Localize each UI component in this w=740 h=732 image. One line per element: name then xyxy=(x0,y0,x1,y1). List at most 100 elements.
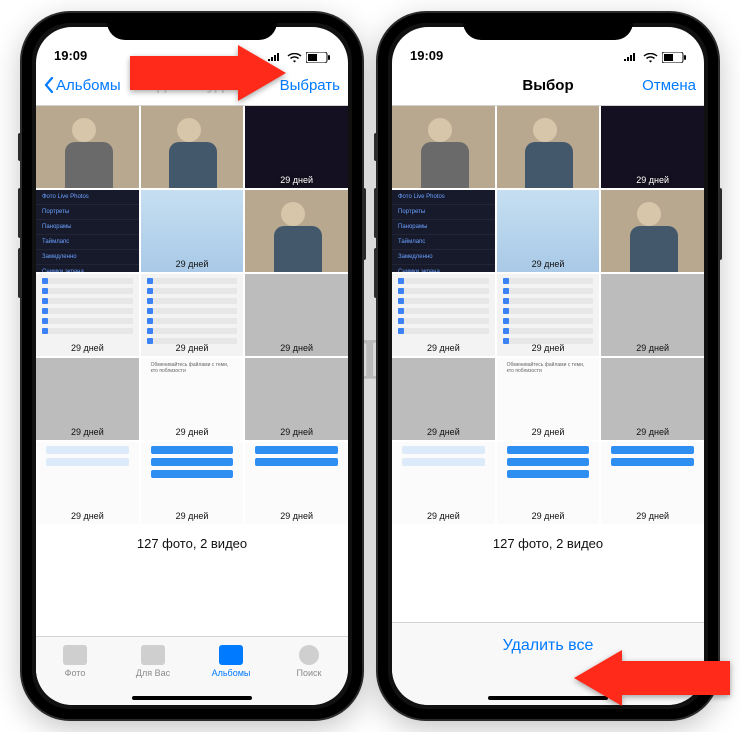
thumbnail[interactable]: 29 дней xyxy=(141,106,244,188)
thumbnail-grid[interactable]: 29 дней 29 дней 29 дней Фото Live Photos… xyxy=(392,106,704,622)
days-remaining: 29 дней xyxy=(245,427,348,437)
days-remaining: 29 дней xyxy=(392,343,495,353)
nav-bar: Выбор Отмена xyxy=(392,65,704,106)
phone-left: 19:09 Альбомы Недавно удал. Выбрать 29 д… xyxy=(22,13,362,719)
days-remaining: 29 дней xyxy=(601,427,704,437)
battery-icon xyxy=(306,52,330,63)
home-indicator[interactable] xyxy=(132,696,252,700)
thumbnail[interactable]: 29 дней xyxy=(36,274,139,356)
days-remaining: 29 дней xyxy=(36,511,139,521)
thumbnail[interactable]: 29 дней xyxy=(141,190,244,272)
screen-left: 19:09 Альбомы Недавно удал. Выбрать 29 д… xyxy=(36,27,348,705)
chevron-left-icon xyxy=(44,77,54,93)
thumbnail[interactable]: 29 дней xyxy=(601,106,704,188)
tab-label: Альбомы xyxy=(212,668,251,678)
tab-label: Поиск xyxy=(297,668,322,678)
thumbnail[interactable]: 29 дней xyxy=(245,358,348,440)
item-count: 127 фото, 2 видео xyxy=(392,526,704,557)
thumbnail[interactable]: 29 дней xyxy=(392,106,495,188)
days-remaining: 29 дней xyxy=(141,343,244,353)
thumbnail[interactable]: 29 дней xyxy=(245,442,348,524)
thumbnail[interactable]: Фото Live PhotosПортретыПанорамыТаймлапс… xyxy=(392,190,495,272)
days-remaining: 29 дней xyxy=(36,175,139,185)
back-button[interactable]: Альбомы xyxy=(44,77,121,94)
days-remaining: 29 дней xyxy=(141,175,244,185)
days-remaining: 29 дней xyxy=(245,343,348,353)
annotation-arrow-delete xyxy=(560,650,730,706)
days-remaining: 29 дней xyxy=(245,175,348,185)
tab-albums[interactable]: Альбомы xyxy=(192,637,270,705)
status-time: 19:09 xyxy=(54,48,114,63)
thumbnail[interactable]: 29 дней xyxy=(141,274,244,356)
screen-right: 19:09 Выбор Отмена 29 дней 29 дней 29 дн… xyxy=(392,27,704,705)
days-remaining: 29 дней xyxy=(497,511,600,521)
days-remaining: 29 дней xyxy=(392,511,495,521)
days-remaining: 29 дней xyxy=(497,343,600,353)
side-button xyxy=(718,188,722,260)
notch xyxy=(463,13,633,40)
side-button xyxy=(374,133,378,161)
days-remaining: 29 дней xyxy=(601,343,704,353)
side-button xyxy=(18,133,22,161)
thumbnail[interactable]: 29 дней xyxy=(392,442,495,524)
phone-right: 19:09 Выбор Отмена 29 дней 29 дней 29 дн… xyxy=(378,13,718,719)
side-button xyxy=(18,188,22,238)
nav-title: Выбор xyxy=(522,77,573,94)
signal-icon xyxy=(623,53,639,63)
photos-icon xyxy=(63,645,87,665)
thumbnail[interactable]: 29 дней xyxy=(497,442,600,524)
days-remaining: 29 дней xyxy=(392,175,495,185)
thumbnail[interactable]: 29 дней xyxy=(141,442,244,524)
days-remaining: 29 дней xyxy=(601,175,704,185)
item-count: 127 фото, 2 видео xyxy=(36,526,348,557)
thumbnail[interactable]: 29 дней xyxy=(601,442,704,524)
thumbnail[interactable]: 29 дней xyxy=(392,358,495,440)
status-time: 19:09 xyxy=(410,48,470,63)
days-remaining: 29 дней xyxy=(36,427,139,437)
days-remaining: 29 дней xyxy=(392,427,495,437)
thumbnail[interactable]: 29 дней xyxy=(497,274,600,356)
cancel-button[interactable]: Отмена xyxy=(642,77,696,94)
thumbnail[interactable]: 29 дней xyxy=(601,274,704,356)
days-remaining: 29 дней xyxy=(601,259,704,269)
notch xyxy=(107,13,277,40)
thumbnail[interactable]: 29 дней xyxy=(245,190,348,272)
thumbnail[interactable]: 29 дней xyxy=(36,358,139,440)
tab-label: Фото xyxy=(65,668,86,678)
annotation-arrow-select xyxy=(130,45,300,101)
side-button xyxy=(374,248,378,298)
days-remaining: 29 дней xyxy=(497,427,600,437)
battery-icon xyxy=(662,52,686,63)
days-remaining: 29 дней xyxy=(245,259,348,269)
days-remaining: 29 дней xyxy=(497,259,600,269)
back-label: Альбомы xyxy=(56,77,121,94)
search-icon xyxy=(299,645,319,665)
days-remaining: 29 дней xyxy=(601,511,704,521)
days-remaining: 29 дней xyxy=(141,511,244,521)
thumbnail[interactable]: Обменивайтесь файлами с теми, кто поблиз… xyxy=(141,358,244,440)
tab-bar: Фото Для Вас Альбомы Поиск xyxy=(36,636,348,705)
days-remaining: 29 дней xyxy=(36,343,139,353)
side-button xyxy=(362,188,366,260)
thumbnail[interactable]: 29 дней xyxy=(601,358,704,440)
thumbnail[interactable]: 29 дней xyxy=(36,442,139,524)
tab-photos[interactable]: Фото xyxy=(36,637,114,705)
days-remaining: 29 дней xyxy=(245,511,348,521)
tab-search[interactable]: Поиск xyxy=(270,637,348,705)
thumbnail[interactable]: 29 дней xyxy=(601,190,704,272)
tab-foryou[interactable]: Для Вас xyxy=(114,637,192,705)
thumbnail-grid[interactable]: 29 дней 29 дней 29 дней Фото Live Photos… xyxy=(36,106,348,636)
thumbnail[interactable]: 29 дней xyxy=(497,106,600,188)
foryou-icon xyxy=(141,645,165,665)
thumbnail[interactable]: 29 дней xyxy=(392,274,495,356)
side-button xyxy=(374,188,378,238)
thumbnail[interactable]: 29 дней xyxy=(245,106,348,188)
thumbnail[interactable]: Фото Live PhotosПортретыПанорамыТаймлапс… xyxy=(36,190,139,272)
days-remaining: 29 дней xyxy=(497,175,600,185)
thumbnail[interactable]: 29 дней xyxy=(245,274,348,356)
days-remaining: 29 дней xyxy=(141,259,244,269)
albums-icon xyxy=(219,645,243,665)
thumbnail[interactable]: 29 дней xyxy=(36,106,139,188)
thumbnail[interactable]: Обменивайтесь файлами с теми, кто поблиз… xyxy=(497,358,600,440)
thumbnail[interactable]: 29 дней xyxy=(497,190,600,272)
